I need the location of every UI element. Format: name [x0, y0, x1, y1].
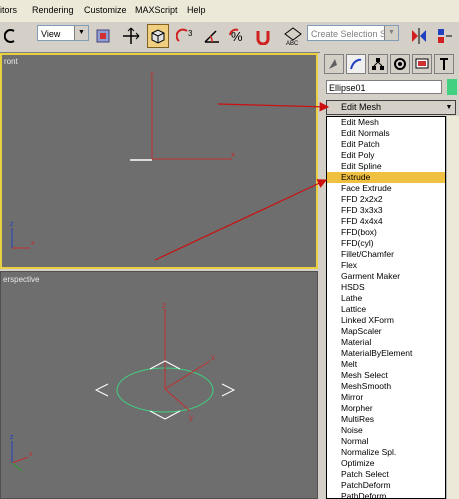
arrow-to-extrude — [154, 179, 328, 261]
arrow-to-modifier-list — [217, 101, 330, 112]
annotation-arrows — [154, 101, 330, 261]
